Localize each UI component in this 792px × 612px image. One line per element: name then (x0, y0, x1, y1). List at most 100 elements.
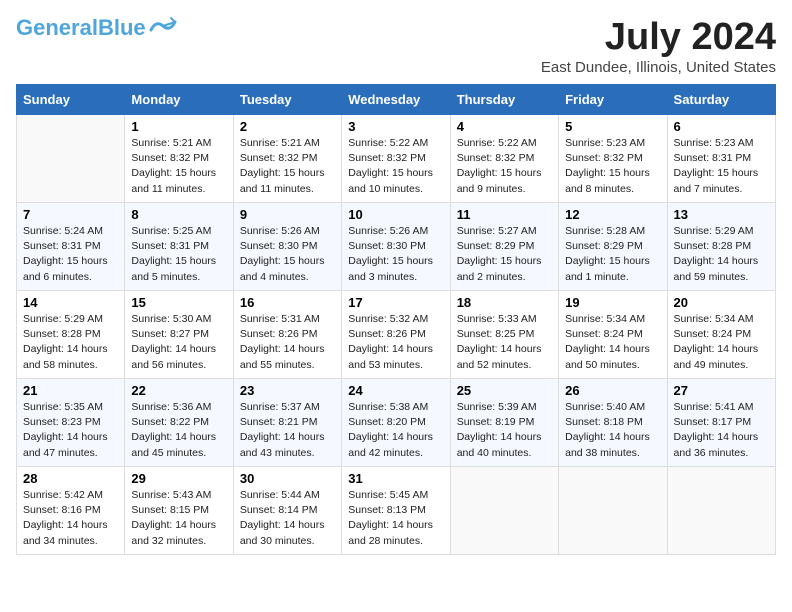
logo-blue: Blue (98, 15, 146, 40)
location-title: East Dundee, Illinois, United States (541, 59, 776, 76)
calendar-cell (17, 115, 125, 203)
weekday-header-thursday: Thursday (450, 85, 558, 115)
weekday-header-sunday: Sunday (17, 85, 125, 115)
calendar-cell: 17Sunrise: 5:32 AM Sunset: 8:26 PM Dayli… (342, 291, 450, 379)
day-number: 31 (348, 471, 443, 486)
title-area: July 2024 East Dundee, Illinois, United … (541, 16, 776, 76)
day-info: Sunrise: 5:23 AM Sunset: 8:31 PM Dayligh… (674, 136, 769, 197)
calendar-cell: 22 Sunrise: 5:36 AM Sunset: 8:22 PM Dayli… (125, 379, 233, 467)
calendar-cell: 11Sunrise: 5:27 AM Sunset: 8:29 PM Dayli… (450, 203, 558, 291)
day-info: Sunrise: 5:35 AM Sunset: 8:23 PM Dayligh… (23, 400, 118, 461)
day-number: 22 (131, 383, 226, 398)
calendar-cell (667, 467, 775, 555)
calendar-cell: 15 Sunrise: 5:30 AM Sunset: 8:27 PM Dayli… (125, 291, 233, 379)
weekday-header-tuesday: Tuesday (233, 85, 341, 115)
calendar-cell (559, 467, 667, 555)
calendar-week-row: 14Sunrise: 5:29 AM Sunset: 8:28 PM Dayli… (17, 291, 776, 379)
calendar-week-row: 21 Sunrise: 5:35 AM Sunset: 8:23 PM Dayli… (17, 379, 776, 467)
day-info: Sunrise: 5:29 AM Sunset: 8:28 PM Dayligh… (674, 224, 769, 285)
day-info: Sunrise: 5:41 AM Sunset: 8:17 PM Dayligh… (674, 400, 769, 461)
day-info: Sunrise: 5:26 AM Sunset: 8:30 PM Dayligh… (348, 224, 443, 285)
day-number: 15 (131, 295, 226, 310)
calendar-cell: 7 Sunrise: 5:24 AM Sunset: 8:31 PM Daylig… (17, 203, 125, 291)
calendar-cell (450, 467, 558, 555)
day-info: Sunrise: 5:29 AM Sunset: 8:28 PM Dayligh… (23, 312, 118, 373)
calendar-week-row: 28 Sunrise: 5:42 AM Sunset: 8:16 PM Dayli… (17, 467, 776, 555)
day-number: 12 (565, 207, 660, 222)
day-number: 16 (240, 295, 335, 310)
day-info: Sunrise: 5:44 AM Sunset: 8:14 PM Dayligh… (240, 488, 335, 549)
weekday-header-wednesday: Wednesday (342, 85, 450, 115)
day-info: Sunrise: 5:32 AM Sunset: 8:26 PM Dayligh… (348, 312, 443, 373)
calendar-cell: 3Sunrise: 5:22 AM Sunset: 8:32 PM Daylig… (342, 115, 450, 203)
calendar-cell: 8 Sunrise: 5:25 AM Sunset: 8:31 PM Daylig… (125, 203, 233, 291)
day-info: Sunrise: 5:33 AM Sunset: 8:25 PM Dayligh… (457, 312, 552, 373)
day-number: 13 (674, 207, 769, 222)
calendar-cell: 4Sunrise: 5:22 AM Sunset: 8:32 PM Daylig… (450, 115, 558, 203)
calendar-table: SundayMondayTuesdayWednesdayThursdayFrid… (16, 84, 776, 555)
calendar-cell: 18 Sunrise: 5:33 AM Sunset: 8:25 PM Dayli… (450, 291, 558, 379)
calendar-cell: 27Sunrise: 5:41 AM Sunset: 8:17 PM Dayli… (667, 379, 775, 467)
day-number: 25 (457, 383, 552, 398)
day-info: Sunrise: 5:30 AM Sunset: 8:27 PM Dayligh… (131, 312, 226, 373)
day-number: 26 (565, 383, 660, 398)
calendar-cell: 12 Sunrise: 5:28 AM Sunset: 8:29 PM Dayli… (559, 203, 667, 291)
weekday-header-monday: Monday (125, 85, 233, 115)
calendar-cell: 24 Sunrise: 5:38 AM Sunset: 8:20 PM Dayli… (342, 379, 450, 467)
day-info: Sunrise: 5:37 AM Sunset: 8:21 PM Dayligh… (240, 400, 335, 461)
day-info: Sunrise: 5:36 AM Sunset: 8:22 PM Dayligh… (131, 400, 226, 461)
day-info: Sunrise: 5:39 AM Sunset: 8:19 PM Dayligh… (457, 400, 552, 461)
day-number: 30 (240, 471, 335, 486)
calendar-cell: 21 Sunrise: 5:35 AM Sunset: 8:23 PM Dayli… (17, 379, 125, 467)
day-number: 19 (565, 295, 660, 310)
calendar-body: 1 Sunrise: 5:21 AM Sunset: 8:32 PM Daylig… (17, 115, 776, 555)
day-info: Sunrise: 5:27 AM Sunset: 8:29 PM Dayligh… (457, 224, 552, 285)
day-info: Sunrise: 5:34 AM Sunset: 8:24 PM Dayligh… (674, 312, 769, 373)
day-info: Sunrise: 5:45 AM Sunset: 8:13 PM Dayligh… (348, 488, 443, 549)
weekday-header-saturday: Saturday (667, 85, 775, 115)
day-info: Sunrise: 5:38 AM Sunset: 8:20 PM Dayligh… (348, 400, 443, 461)
month-title: July 2024 (541, 16, 776, 59)
calendar-cell: 10Sunrise: 5:26 AM Sunset: 8:30 PM Dayli… (342, 203, 450, 291)
day-number: 24 (348, 383, 443, 398)
day-info: Sunrise: 5:21 AM Sunset: 8:32 PM Dayligh… (240, 136, 335, 197)
day-info: Sunrise: 5:43 AM Sunset: 8:15 PM Dayligh… (131, 488, 226, 549)
calendar-cell: 20 Sunrise: 5:34 AM Sunset: 8:24 PM Dayli… (667, 291, 775, 379)
logo: GeneralBlue (16, 16, 177, 40)
logo-text: GeneralBlue (16, 16, 146, 40)
calendar-week-row: 7 Sunrise: 5:24 AM Sunset: 8:31 PM Daylig… (17, 203, 776, 291)
day-number: 29 (131, 471, 226, 486)
day-number: 2 (240, 119, 335, 134)
day-info: Sunrise: 5:24 AM Sunset: 8:31 PM Dayligh… (23, 224, 118, 285)
day-number: 28 (23, 471, 118, 486)
calendar-cell: 29 Sunrise: 5:43 AM Sunset: 8:15 PM Dayli… (125, 467, 233, 555)
day-number: 18 (457, 295, 552, 310)
calendar-week-row: 1 Sunrise: 5:21 AM Sunset: 8:32 PM Daylig… (17, 115, 776, 203)
day-info: Sunrise: 5:28 AM Sunset: 8:29 PM Dayligh… (565, 224, 660, 285)
weekday-header-friday: Friday (559, 85, 667, 115)
calendar-cell: 14Sunrise: 5:29 AM Sunset: 8:28 PM Dayli… (17, 291, 125, 379)
day-number: 7 (23, 207, 118, 222)
weekday-header-row: SundayMondayTuesdayWednesdayThursdayFrid… (17, 85, 776, 115)
day-info: Sunrise: 5:42 AM Sunset: 8:16 PM Dayligh… (23, 488, 118, 549)
day-number: 3 (348, 119, 443, 134)
day-number: 20 (674, 295, 769, 310)
day-number: 4 (457, 119, 552, 134)
calendar-cell: 30 Sunrise: 5:44 AM Sunset: 8:14 PM Dayli… (233, 467, 341, 555)
calendar-cell: 2 Sunrise: 5:21 AM Sunset: 8:32 PM Daylig… (233, 115, 341, 203)
day-number: 5 (565, 119, 660, 134)
day-info: Sunrise: 5:34 AM Sunset: 8:24 PM Dayligh… (565, 312, 660, 373)
day-number: 8 (131, 207, 226, 222)
day-info: Sunrise: 5:40 AM Sunset: 8:18 PM Dayligh… (565, 400, 660, 461)
day-number: 23 (240, 383, 335, 398)
day-info: Sunrise: 5:31 AM Sunset: 8:26 PM Dayligh… (240, 312, 335, 373)
day-info: Sunrise: 5:25 AM Sunset: 8:31 PM Dayligh… (131, 224, 226, 285)
logo-general: General (16, 15, 98, 40)
page-header: GeneralBlue July 2024 East Dundee, Illin… (16, 16, 776, 76)
calendar-cell: 13 Sunrise: 5:29 AM Sunset: 8:28 PM Dayli… (667, 203, 775, 291)
calendar-cell: 25 Sunrise: 5:39 AM Sunset: 8:19 PM Dayli… (450, 379, 558, 467)
day-number: 1 (131, 119, 226, 134)
calendar-cell: 5Sunrise: 5:23 AM Sunset: 8:32 PM Daylig… (559, 115, 667, 203)
calendar-cell: 6Sunrise: 5:23 AM Sunset: 8:31 PM Daylig… (667, 115, 775, 203)
day-number: 21 (23, 383, 118, 398)
